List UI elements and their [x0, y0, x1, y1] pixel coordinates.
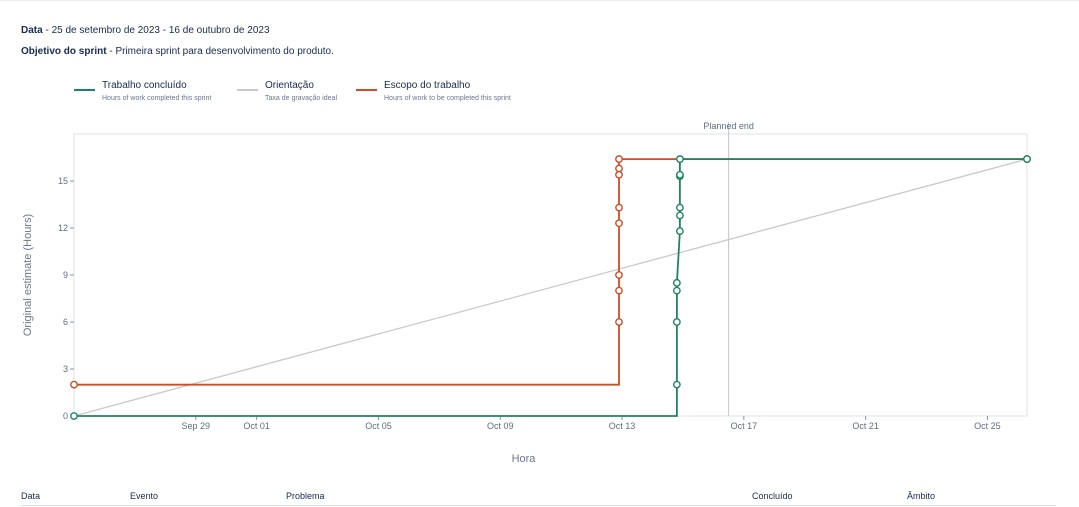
col-header-event[interactable]: Evento	[130, 491, 158, 501]
sprint-goal: Objetivo do sprint - Primeira sprint par…	[21, 46, 334, 57]
completed-point	[1023, 155, 1031, 163]
legend-desc-guideline: Taxa de gravação ideal	[265, 95, 337, 102]
col-header-date[interactable]: Data	[21, 491, 40, 501]
burnup-chart: 0 3 6 9 12 15 Sep 29 Oct 01 Oct 05 Oct 09 Oct 13 Oc…	[22, 121, 1031, 465]
table-divider	[21, 505, 1056, 506]
scope-point	[615, 271, 623, 279]
completed-point	[676, 170, 684, 179]
x-tick-label: Oct 17	[731, 421, 758, 431]
x-tick-label: Oct 13	[609, 421, 636, 431]
scope-point	[615, 203, 623, 212]
x-tick-label: Oct 05	[365, 421, 392, 431]
legend-swatch-scope	[356, 89, 377, 91]
scope-point	[615, 286, 623, 295]
sprint-date: Data - 25 de setembro de 2023 - 16 de ou…	[21, 25, 270, 36]
scope-point	[615, 170, 623, 179]
scope-point	[70, 380, 78, 389]
legend-desc-completed: Hours of work completed this sprint	[102, 95, 212, 102]
y-tick-label: 15	[58, 176, 68, 186]
scope-point	[615, 164, 623, 173]
y-tick-label: 0	[63, 411, 68, 421]
x-tick-label: Oct 09	[487, 421, 514, 431]
y-tick-label: 3	[63, 364, 68, 374]
completed-point	[676, 211, 684, 220]
sprint-goal-value: - Primeira sprint para desenvolvimento d…	[106, 46, 334, 57]
completed-point	[672, 286, 681, 295]
guideline-line	[73, 158, 1028, 417]
completed-point	[676, 155, 684, 163]
y-tick-label: 9	[63, 270, 68, 280]
completed-point	[676, 227, 684, 236]
completed-point	[70, 412, 78, 420]
completed-point	[672, 380, 681, 389]
sprint-date-label: Data	[21, 25, 43, 36]
legend-name-guideline: Orientação	[265, 80, 314, 91]
scope-point	[615, 155, 623, 163]
sprint-goal-label: Objetivo do sprint	[21, 46, 107, 57]
legend-name-completed: Trabalho concluído	[102, 80, 187, 91]
scope-point	[615, 318, 623, 326]
legend-desc-scope: Hours of work to be completed this sprin…	[384, 95, 511, 102]
sprint-date-value: - 25 de setembro de 2023 - 16 de outubro…	[42, 25, 270, 36]
legend-swatch-completed	[74, 89, 95, 91]
y-tick-label: 12	[58, 223, 68, 233]
col-header-issue[interactable]: Problema	[286, 491, 325, 501]
x-tick-label: Oct 01	[243, 421, 270, 431]
planned-end-label: Planned end	[703, 121, 754, 131]
y-tick-label: 6	[63, 317, 68, 327]
x-axis-label: Hora	[512, 453, 537, 465]
legend-swatch-guideline	[237, 89, 258, 91]
top-divider	[0, 0, 1079, 1]
scope-point	[615, 219, 623, 228]
completed-point	[676, 203, 684, 212]
y-axis-label: Original estimate (Hours)	[22, 214, 34, 336]
legend-name-scope: Escopo do trabalho	[384, 80, 471, 91]
col-header-completed[interactable]: Concluído	[752, 491, 793, 501]
completed-point	[672, 318, 681, 326]
x-tick-label: Oct 25	[974, 421, 1001, 431]
x-tick-label: Sep 29	[182, 421, 211, 431]
col-header-scope[interactable]: Âmbito	[907, 491, 935, 501]
completed-point	[672, 278, 681, 287]
plot-frame	[73, 133, 1028, 417]
scope-line	[74, 158, 1027, 386]
x-tick-label: Oct 21	[852, 421, 879, 431]
